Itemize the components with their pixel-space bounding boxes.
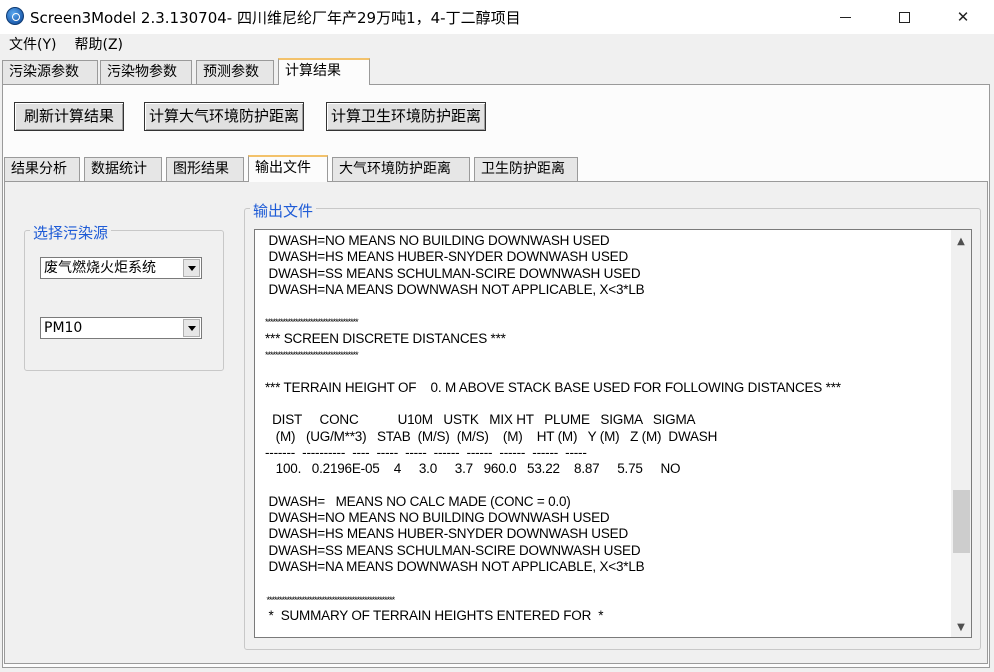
calc-air-distance-button[interactable]: 计算大气环境防护距离 — [144, 102, 304, 131]
minimize-icon — [839, 16, 851, 18]
main-tab-strip: 污染源参数 污染物参数 预测参数 计算结果 — [0, 58, 994, 85]
output-line: *** SCREEN DISCRETE DISTANCES *** — [265, 330, 506, 346]
maximize-icon — [898, 11, 910, 23]
menu-help[interactable]: 帮助(Z) — [65, 34, 132, 56]
output-line: 100. 0.2196E-05 4 3.0 3.7 960.0 53.22 8.… — [265, 461, 681, 477]
pollutant-select[interactable]: PM10 — [40, 317, 202, 339]
output-text: DWASH=NO MEANS NO BUILDING DOWNWASH USED… — [265, 233, 945, 624]
output-line: DWASH=NO MEANS NO BUILDING DOWNWASH USED — [265, 510, 610, 526]
window-title: Screen3Model 2.3.130704- 四川维尼纶厂年产29万吨1，4… — [30, 9, 521, 27]
output-line: ************************************* — [265, 350, 359, 361]
output-line: DWASH=HS MEANS HUBER-SNYDER DOWNWASH USE… — [265, 526, 629, 542]
pollutant-dropdown-button[interactable] — [183, 319, 200, 337]
tab-calc-results[interactable]: 计算结果 — [278, 58, 370, 85]
maximize-button[interactable] — [881, 0, 927, 34]
tab-health-protection-distance[interactable]: 卫生防护距离 — [474, 157, 578, 181]
output-line: ****************************************… — [265, 594, 396, 605]
menu-bar: 文件(Y) 帮助(Z) — [0, 34, 994, 56]
output-line: DWASH=NO MEANS NO BUILDING DOWNWASH USED — [265, 233, 610, 248]
vertical-scrollbar[interactable]: ▲ ▼ — [951, 230, 971, 637]
tab-pollutant-params[interactable]: 污染物参数 — [100, 60, 192, 84]
close-icon: ✕ — [956, 8, 970, 26]
source-select-group — [24, 230, 224, 371]
tab-output-file[interactable]: 输出文件 — [248, 155, 328, 182]
output-line: DWASH=NA MEANS DOWNWASH NOT APPLICABLE, … — [265, 281, 645, 297]
tab-data-statistics[interactable]: 数据统计 — [84, 157, 162, 181]
calc-health-distance-button[interactable]: 计算卫生环境防护距离 — [326, 102, 486, 131]
output-line: *** TERRAIN HEIGHT OF 0. M ABOVE STACK B… — [265, 379, 841, 395]
output-line: DWASH=HS MEANS HUBER-SNYDER DOWNWASH USE… — [265, 249, 629, 265]
output-line: ************************************* — [265, 317, 359, 328]
output-line: DWASH= MEANS NO CALC MADE (CONC = 0.0) — [265, 493, 571, 509]
title-bar: Screen3Model 2.3.130704- 四川维尼纶厂年产29万吨1，4… — [0, 0, 994, 34]
output-line: ------- ---------- ---- ----- ----- ----… — [265, 444, 587, 460]
scroll-down-icon[interactable]: ▼ — [951, 617, 971, 637]
output-line: (M) (UG/M**3) STAB (M/S) (M/S) (M) HT (M… — [265, 428, 718, 444]
tab-source-params[interactable]: 污染源参数 — [2, 60, 98, 84]
tab-air-protection-distance[interactable]: 大气环境防护距离 — [332, 157, 470, 181]
refresh-results-button[interactable]: 刷新计算结果 — [14, 102, 124, 131]
tab-result-analysis[interactable]: 结果分析 — [4, 157, 80, 181]
output-line: DWASH=SS MEANS SCHULMAN-SCIRE DOWNWASH U… — [265, 265, 641, 281]
tab-graph-results[interactable]: 图形结果 — [166, 157, 244, 181]
tab-prediction-params[interactable]: 预测参数 — [196, 60, 274, 84]
output-file-textarea[interactable]: DWASH=NO MEANS NO BUILDING DOWNWASH USED… — [254, 229, 972, 638]
menu-file[interactable]: 文件(Y) — [0, 34, 65, 56]
scroll-thumb[interactable] — [953, 490, 970, 553]
result-tab-strip: 结果分析 数据统计 图形结果 输出文件 大气环境防护距离 卫生防护距离 — [0, 155, 994, 182]
minimize-button[interactable] — [822, 0, 868, 34]
source-dropdown-button[interactable] — [183, 259, 200, 277]
scroll-up-icon[interactable]: ▲ — [951, 231, 971, 251]
source-select-value: 废气燃烧火炬系统 — [44, 260, 156, 276]
source-select-legend: 选择污染源 — [30, 222, 112, 243]
output-line: DWASH=SS MEANS SCHULMAN-SCIRE DOWNWASH U… — [265, 542, 641, 558]
app-icon — [6, 7, 24, 25]
pollutant-select-value: PM10 — [44, 320, 83, 336]
chevron-down-icon — [187, 265, 196, 271]
chevron-down-icon — [187, 325, 196, 331]
output-line: DWASH=NA MEANS DOWNWASH NOT APPLICABLE, … — [265, 558, 645, 574]
output-line: DIST CONC U10M USTK MIX HT PLUME SIGMA S… — [265, 412, 696, 428]
output-file-legend: 输出文件 — [250, 200, 317, 221]
source-select[interactable]: 废气燃烧火炬系统 — [40, 257, 202, 279]
close-button[interactable]: ✕ — [940, 0, 986, 34]
output-line: * SUMMARY OF TERRAIN HEIGHTS ENTERED FOR… — [265, 607, 604, 623]
